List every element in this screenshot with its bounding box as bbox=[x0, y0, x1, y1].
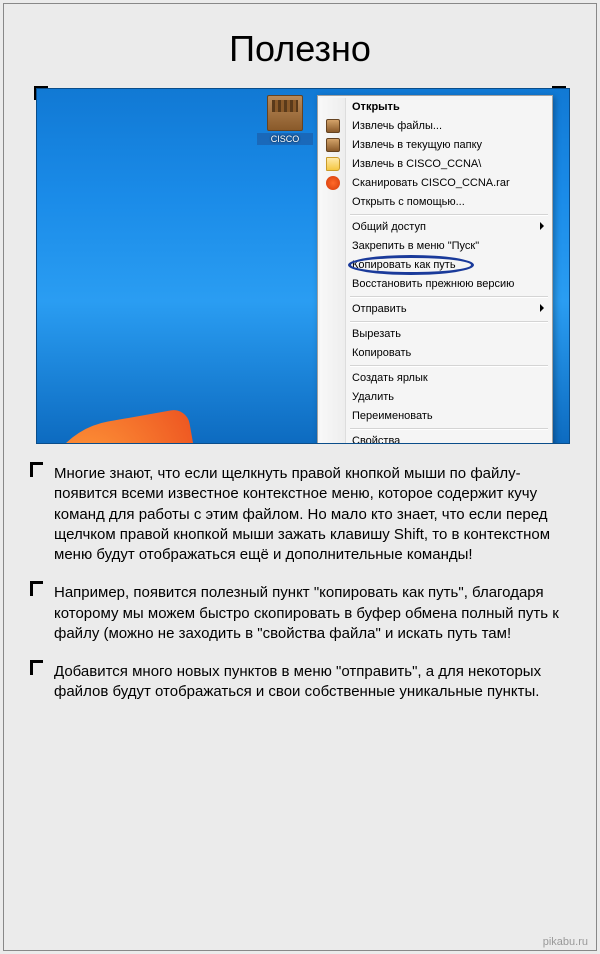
menu-label: Открыть с помощью... bbox=[352, 196, 465, 208]
menu-label: Извлечь в CISCO_CCNA\ bbox=[352, 158, 481, 170]
menu-label: Сканировать CISCO_CCNA.rar bbox=[352, 177, 510, 189]
rar-icon bbox=[326, 138, 340, 152]
menu-open[interactable]: Открыть bbox=[320, 98, 550, 117]
menu-label: Вырезать bbox=[352, 328, 401, 340]
menu-extract-files[interactable]: Извлечь файлы... bbox=[320, 117, 550, 136]
windows-desktop: CISCO Открыть Извлечь файлы... Извлечь в… bbox=[36, 88, 570, 444]
menu-label: Извлечь в текущую папку bbox=[352, 139, 482, 151]
menu-pin-start[interactable]: Закрепить в меню "Пуск" bbox=[320, 237, 550, 256]
menu-label: Удалить bbox=[352, 391, 394, 403]
shield-icon bbox=[326, 176, 340, 190]
menu-label: Свойства bbox=[352, 435, 400, 444]
paragraph-text: Многие знают, что если щелкнуть правой к… bbox=[54, 465, 550, 563]
menu-label: Копировать bbox=[352, 347, 411, 359]
wallpaper-leaf bbox=[36, 408, 215, 444]
file-label: CISCO bbox=[257, 133, 313, 145]
menu-label: Извлечь файлы... bbox=[352, 120, 442, 132]
menu-separator bbox=[350, 321, 548, 323]
screenshot-container: CISCO Открыть Извлечь файлы... Извлечь в… bbox=[36, 88, 564, 444]
menu-separator bbox=[350, 214, 548, 216]
folder-icon bbox=[326, 157, 340, 171]
submenu-arrow-icon bbox=[540, 304, 544, 312]
rar-archive-icon bbox=[267, 95, 303, 131]
menu-delete[interactable]: Удалить bbox=[320, 388, 550, 407]
menu-label: Восстановить прежнюю версию bbox=[352, 278, 514, 290]
context-menu: Открыть Извлечь файлы... Извлечь в текущ… bbox=[317, 95, 553, 444]
watermark: pikabu.ru bbox=[543, 936, 588, 948]
menu-extract-here[interactable]: Извлечь в текущую папку bbox=[320, 136, 550, 155]
post-title: Полезно bbox=[4, 4, 596, 88]
paragraph-3: Добавится много новых пунктов в меню "от… bbox=[30, 662, 570, 703]
menu-label: Открыть bbox=[352, 101, 400, 113]
paragraph-text: Добавится много новых пунктов в меню "от… bbox=[54, 663, 541, 700]
submenu-arrow-icon bbox=[540, 222, 544, 230]
menu-label: Закрепить в меню "Пуск" bbox=[352, 240, 479, 252]
menu-open-with[interactable]: Открыть с помощью... bbox=[320, 193, 550, 212]
menu-label: Переименовать bbox=[352, 410, 433, 422]
menu-extract-to[interactable]: Извлечь в CISCO_CCNA\ bbox=[320, 155, 550, 174]
menu-copy[interactable]: Копировать bbox=[320, 344, 550, 363]
menu-copy-as-path[interactable]: Копировать как путь bbox=[320, 256, 550, 275]
menu-create-shortcut[interactable]: Создать ярлык bbox=[320, 369, 550, 388]
rar-icon bbox=[326, 119, 340, 133]
menu-label: Создать ярлык bbox=[352, 372, 428, 384]
paragraph-2: Например, появится полезный пункт "копир… bbox=[30, 583, 570, 644]
menu-label: Отправить bbox=[352, 303, 407, 315]
menu-label: Копировать как путь bbox=[352, 259, 456, 271]
menu-scan[interactable]: Сканировать CISCO_CCNA.rar bbox=[320, 174, 550, 193]
desktop-file-icon[interactable]: CISCO bbox=[257, 95, 313, 145]
menu-properties[interactable]: Свойства bbox=[320, 432, 550, 444]
menu-separator bbox=[350, 296, 548, 298]
menu-restore-previous[interactable]: Восстановить прежнюю версию bbox=[320, 275, 550, 294]
menu-rename[interactable]: Переименовать bbox=[320, 407, 550, 426]
paragraph-1: Многие знают, что если щелкнуть правой к… bbox=[30, 464, 570, 565]
menu-cut[interactable]: Вырезать bbox=[320, 325, 550, 344]
menu-separator bbox=[350, 365, 548, 367]
post-frame: Полезно CISCO Открыть Извлечь файлы... И… bbox=[3, 3, 597, 951]
menu-send-to[interactable]: Отправить bbox=[320, 300, 550, 319]
menu-label: Общий доступ bbox=[352, 221, 426, 233]
wallpaper-art bbox=[36, 163, 357, 444]
menu-share[interactable]: Общий доступ bbox=[320, 218, 550, 237]
menu-separator bbox=[350, 428, 548, 430]
paragraph-text: Например, появится полезный пункт "копир… bbox=[54, 584, 559, 642]
